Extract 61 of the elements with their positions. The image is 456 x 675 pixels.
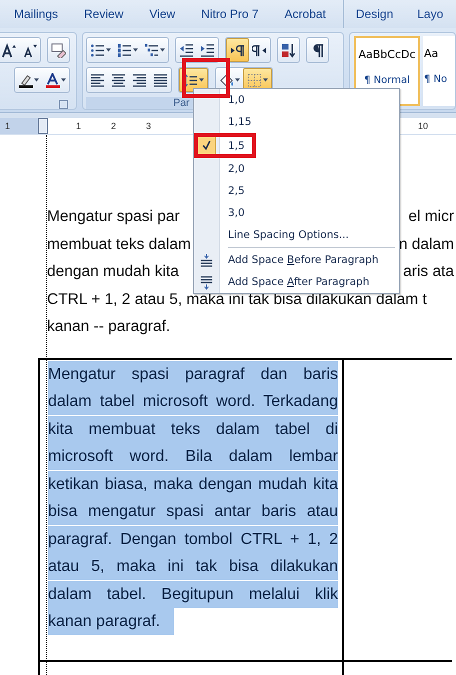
ribbon-tab[interactable]: View xyxy=(136,0,188,28)
menu-item[interactable]: 1,5 xyxy=(194,133,399,158)
align-right-icon xyxy=(132,72,147,88)
menu-item[interactable]: Line Spacing Options... xyxy=(194,224,399,246)
text-line: el micr xyxy=(408,207,454,227)
text-line: n dalam xyxy=(398,234,454,254)
sort-icon xyxy=(280,42,296,58)
ruler-number: 10 xyxy=(418,121,428,131)
paint-bucket-icon xyxy=(218,72,234,88)
group-label: Par xyxy=(173,97,190,109)
text-line: Mengatur spasi par xyxy=(47,207,180,227)
text-line: kanan -- paragraf. xyxy=(47,317,170,337)
caret-icon xyxy=(160,48,165,52)
ribbon-tab[interactable]: Layo xyxy=(405,0,456,28)
eraser-icon xyxy=(50,42,66,58)
border-grid-icon xyxy=(246,72,262,88)
shrink-font-icon xyxy=(22,42,37,58)
text-line: dengan mudah kita xyxy=(47,262,179,282)
menu-item[interactable]: 3,0 xyxy=(194,202,399,224)
ruler-number: 3 xyxy=(146,121,152,131)
caret-icon xyxy=(262,78,268,82)
caret-icon xyxy=(106,48,111,52)
menu-item[interactable]: 2,5 xyxy=(194,180,399,202)
menu-item[interactable]: Add Space Before Paragraph xyxy=(194,249,399,271)
numbered-list-icon xyxy=(116,42,132,58)
ribbon-button[interactable] xyxy=(226,38,249,62)
ruler-number: 1 xyxy=(5,121,10,131)
ribbon-tab[interactable]: Acrobat xyxy=(272,0,339,28)
grow-font-icon xyxy=(0,42,16,58)
justify-icon xyxy=(152,72,168,88)
caret-icon xyxy=(34,78,39,82)
check-icon xyxy=(201,140,212,151)
ribbon-tab[interactable]: Mailings xyxy=(1,0,72,28)
caret-icon xyxy=(198,78,204,82)
style-item[interactable]: Aa ¶ No xyxy=(423,36,455,106)
table-cell-text: Mengatur spasi paragraf dan baris dalam tabel microsoft word. Terkadang kita membuat teks dalam tabel di microsoft word. Bila dalam lembar ketikan biasa, maka dengan mudah kita bisa mengatur spasi antar baris atau paragraf. Dengan tombol CTRL + 1, 2 atau 5, maka ini tak bisa dilakukan dalam tabel. Begitupun melalui klik kanan paragraf. xyxy=(48,360,338,636)
indent-icon xyxy=(200,42,215,58)
text-line: membuat teks dalam xyxy=(47,234,191,254)
menu-item[interactable]: 1,15 xyxy=(194,111,399,133)
caret-icon xyxy=(234,78,240,82)
menu-item[interactable]: Add Space After Paragraph xyxy=(194,271,399,293)
bulleted-list-icon xyxy=(90,42,105,58)
align-center-icon xyxy=(110,72,126,88)
caret-icon xyxy=(60,78,66,82)
align-left-icon xyxy=(90,72,105,88)
space-before-icon xyxy=(199,252,214,268)
indent-marker-icon[interactable] xyxy=(38,118,48,134)
ribbon-tab[interactable]: Review xyxy=(71,0,136,28)
outdent-icon xyxy=(178,42,194,58)
caret-icon xyxy=(132,48,138,52)
right-to-left-icon xyxy=(252,42,267,58)
highlighter-icon xyxy=(18,72,33,88)
menu-item[interactable]: 2,0 xyxy=(194,158,399,180)
font-color-icon xyxy=(44,72,60,88)
text-line: aris ata xyxy=(403,262,454,282)
ruler-number: 1 xyxy=(76,121,82,131)
space-after-icon xyxy=(199,274,214,290)
left-to-right-icon xyxy=(230,42,245,58)
ribbon-tab[interactable]: Nitro Pro 7 xyxy=(188,0,272,28)
ruler-number: 2 xyxy=(111,121,116,131)
multilevel-list-icon xyxy=(144,42,159,58)
